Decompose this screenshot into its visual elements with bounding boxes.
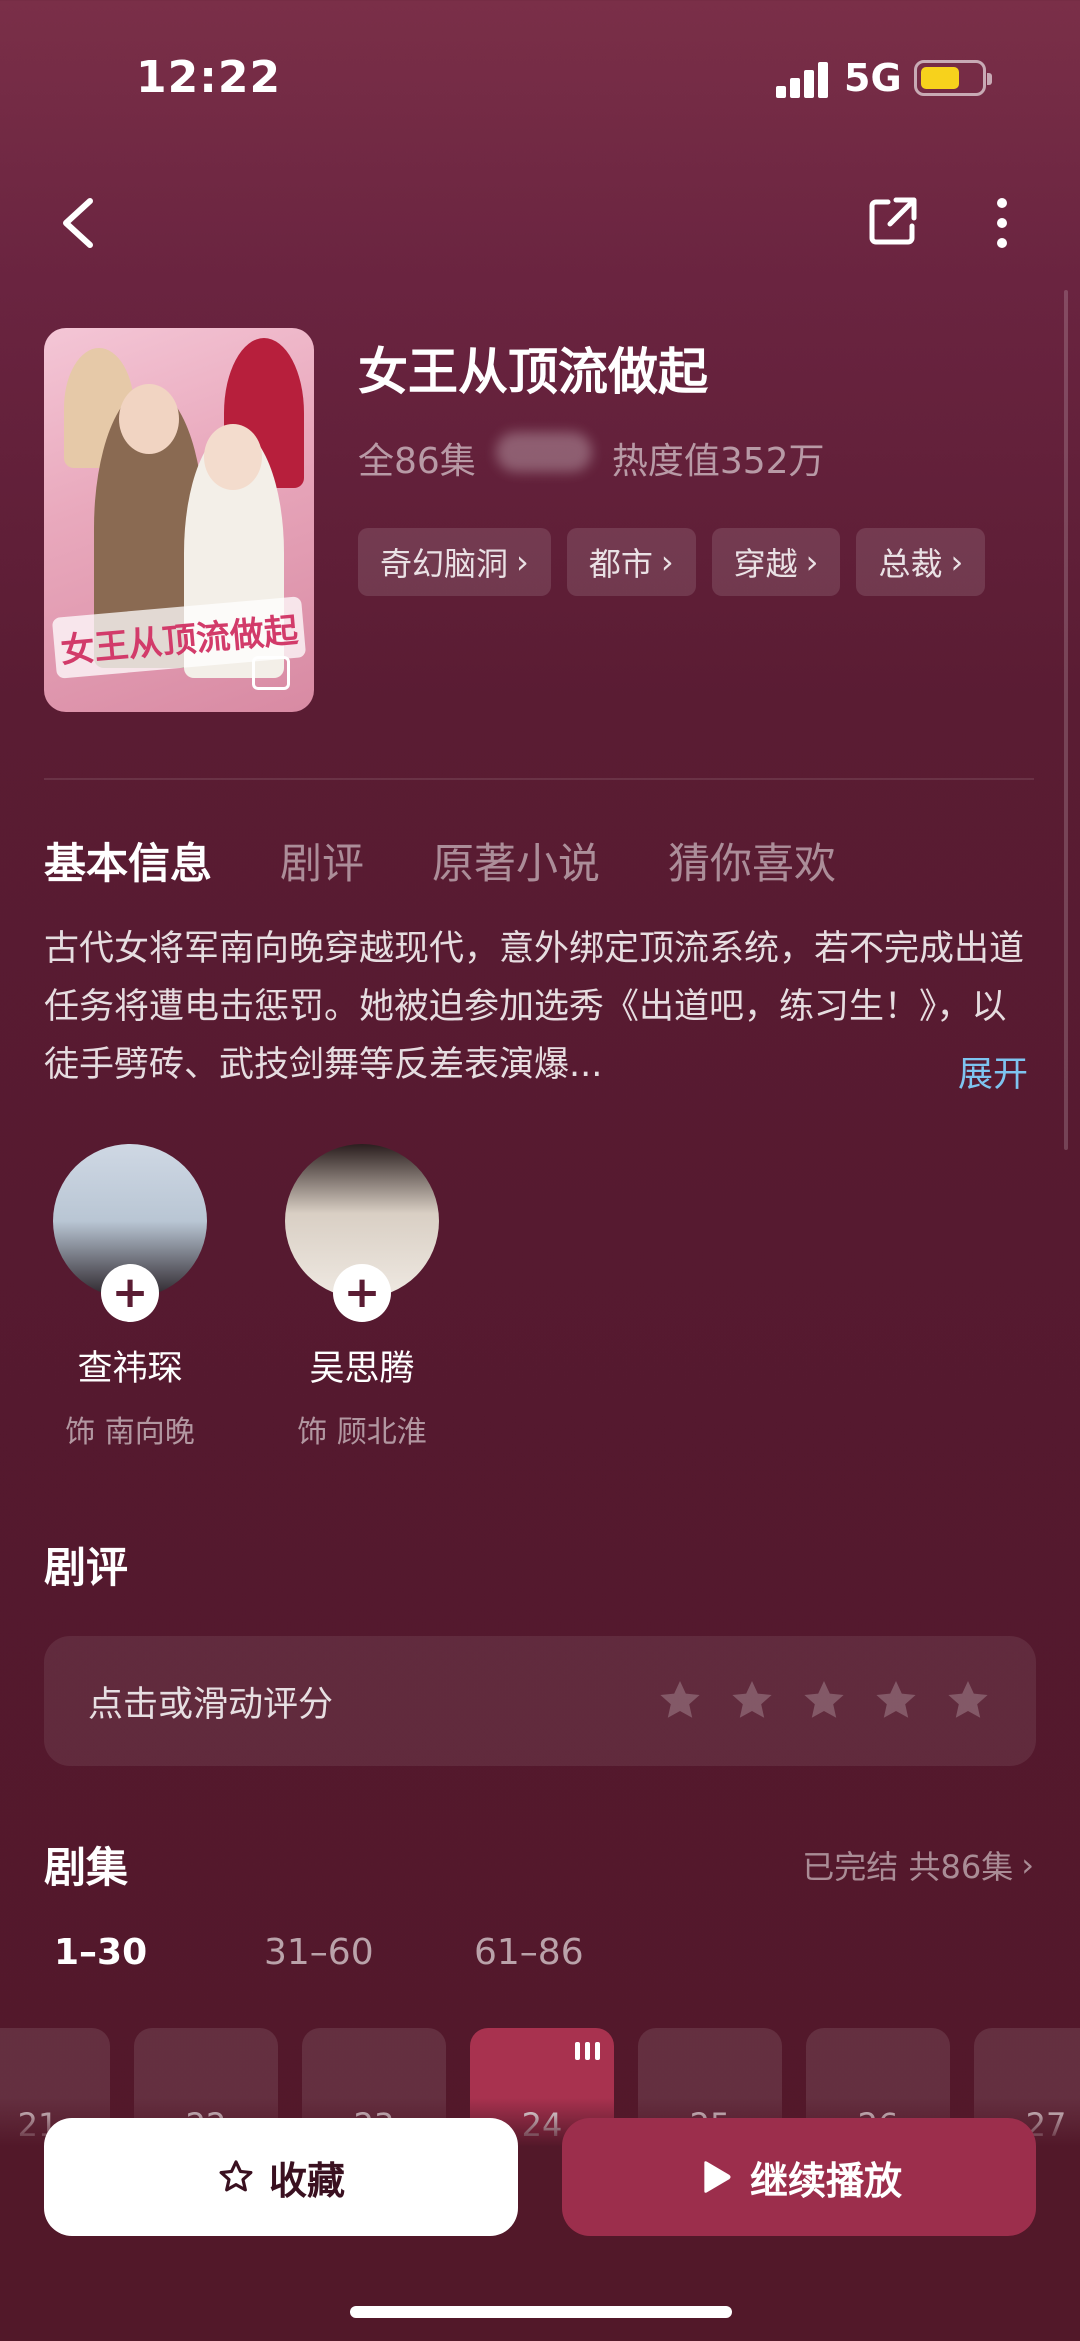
episode-count: 全86集 <box>358 441 476 482</box>
follow-plus-icon[interactable]: + <box>101 1264 159 1322</box>
rating-prompt: 点击或滑动评分 <box>88 1684 334 1725</box>
favorite-button[interactable]: 收藏 <box>44 2118 518 2236</box>
range-tab[interactable]: 31–60 <box>264 1932 474 1973</box>
star-icon[interactable] <box>800 1677 848 1725</box>
section-tabs: 基本信息 剧评 原著小说 猜你喜欢 <box>44 830 836 891</box>
battery-icon <box>914 60 992 96</box>
more-icon[interactable] <box>978 190 1026 256</box>
chevron-right-icon: › <box>660 543 674 581</box>
back-icon[interactable] <box>48 190 108 256</box>
star-icon[interactable] <box>656 1677 704 1725</box>
rating-box[interactable]: 点击或滑动评分 <box>44 1636 1036 1766</box>
cast-name: 吴思腾 <box>309 1349 415 1389</box>
scrollbar <box>1064 290 1068 1150</box>
tab-novel[interactable]: 原著小说 <box>432 830 600 891</box>
heat-value: 热度值352万 <box>611 441 825 482</box>
playing-icon <box>575 2042 600 2060</box>
range-tab[interactable]: 61–86 <box>474 1932 684 1973</box>
episodes-section-title: 剧集 <box>44 1843 129 1892</box>
cast-member[interactable]: + 吴思腾 饰 顾北淮 <box>272 1144 452 1451</box>
chevron-right-icon: › <box>1021 1846 1034 1884</box>
drama-title: 女王从顶流做起 <box>358 343 708 401</box>
chevron-right-icon: › <box>805 543 819 581</box>
chevron-right-icon: › <box>516 543 529 581</box>
network-label: 5G <box>844 56 902 100</box>
review-section-title: 剧评 <box>44 1543 129 1592</box>
avatar: + <box>53 1144 207 1322</box>
play-icon <box>704 2161 731 2193</box>
episode-ranges: 1–30 31–60 61–86 <box>54 1932 684 1973</box>
cast-role: 饰 顾北淮 <box>297 1415 427 1450</box>
range-tab[interactable]: 1–30 <box>54 1932 264 1973</box>
tab-basic-info[interactable]: 基本信息 <box>44 830 212 891</box>
tag-chip[interactable]: 都市 › <box>566 528 696 596</box>
home-indicator <box>350 2306 732 2318</box>
cast-member[interactable]: + 查祎琛 饰 南向晚 <box>40 1144 220 1451</box>
tag-chip[interactable]: 奇幻脑洞 › <box>358 528 551 596</box>
blurred-text <box>495 432 592 472</box>
star-icon[interactable] <box>872 1677 920 1725</box>
episodes-summary[interactable]: 已完结 共86集 › <box>802 1842 1034 1888</box>
tag-chip[interactable]: 总裁 › <box>856 528 986 596</box>
tag-chip[interactable]: 穿越 › <box>711 528 841 596</box>
star-outline-icon <box>219 2160 253 2192</box>
continue-play-button[interactable]: 继续播放 <box>562 2118 1036 2236</box>
description: 古代女将军南向晚穿越现代，意外绑定顶流系统，若不完成出道任务将遭电击惩罚。她被迫… <box>44 929 1025 1085</box>
tab-recommend[interactable]: 猜你喜欢 <box>668 830 836 891</box>
chevron-right-icon: › <box>950 543 964 581</box>
divider <box>44 778 1034 780</box>
poster-image-icon <box>252 656 290 690</box>
star-icon[interactable] <box>944 1677 992 1725</box>
cast-role: 饰 南向晚 <box>65 1415 195 1450</box>
expand-link[interactable]: 展开 <box>958 1046 1028 1097</box>
share-icon[interactable] <box>862 190 924 252</box>
tab-reviews[interactable]: 剧评 <box>280 830 364 891</box>
drama-meta: 全86集 热度值352万 <box>358 432 825 484</box>
cast-name: 查祎琛 <box>77 1349 183 1389</box>
star-icon[interactable] <box>728 1677 776 1725</box>
signal-icon <box>776 60 828 98</box>
drama-poster[interactable]: 女王从顶流做起 <box>44 328 314 712</box>
avatar: + <box>285 1144 439 1322</box>
star-rating[interactable] <box>656 1677 992 1725</box>
status-time: 12:22 <box>136 52 282 103</box>
follow-plus-icon[interactable]: + <box>333 1264 391 1322</box>
tag-list: 奇幻脑洞 › 都市 › 穿越 › 总裁 › <box>358 528 986 596</box>
